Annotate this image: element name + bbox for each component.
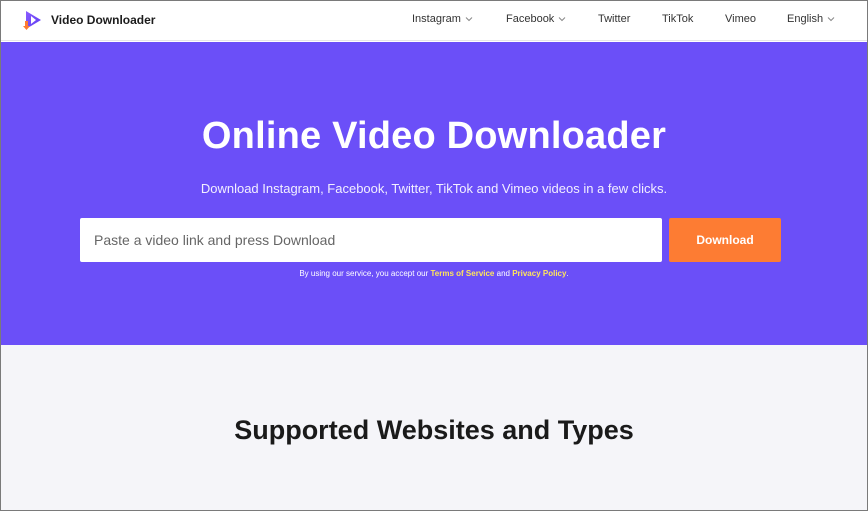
nav-item-vimeo[interactable]: Vimeo: [725, 13, 756, 25]
nav-label-vimeo: Vimeo: [725, 13, 756, 25]
nav-label-instagram: Instagram: [412, 13, 461, 25]
chevron-down-icon: [558, 17, 566, 22]
supported-websites-section: Supported Websites and Types: [1, 345, 867, 510]
play-download-logo-icon: [23, 11, 41, 30]
section-title: Supported Websites and Types: [234, 415, 634, 445]
terms-and: and: [494, 269, 513, 278]
nav-item-facebook[interactable]: Facebook: [506, 13, 567, 25]
terms-suffix: .: [566, 269, 569, 278]
chevron-down-icon: [465, 17, 473, 22]
page-title: Online Video Downloader: [201, 115, 667, 157]
nav-item-tiktok[interactable]: TikTok: [662, 13, 693, 25]
terms-of-service-link[interactable]: Terms of Service: [431, 269, 495, 278]
privacy-policy-link[interactable]: Privacy Policy: [512, 269, 566, 278]
chevron-down-icon: [827, 17, 835, 22]
nav-label-twitter: Twitter: [598, 13, 631, 25]
video-link-input[interactable]: [80, 218, 662, 262]
download-button[interactable]: Download: [669, 218, 781, 262]
nav-item-instagram[interactable]: Instagram: [412, 13, 474, 25]
hero-section: Online Video Downloader Download Instagr…: [1, 42, 867, 345]
language-selector[interactable]: English: [787, 13, 836, 25]
nav-item-twitter[interactable]: Twitter: [598, 13, 630, 25]
nav-label-tiktok: TikTok: [662, 13, 694, 25]
brand[interactable]: Video Downloader: [22, 9, 155, 31]
brand-name: Video Downloader: [51, 13, 156, 27]
terms-prefix: By using our service, you accept our: [299, 269, 431, 278]
nav-label-facebook: Facebook: [506, 13, 555, 25]
nav-label-language: English: [787, 13, 824, 25]
hero-subtitle: Download Instagram, Facebook, Twitter, T…: [200, 181, 668, 196]
terms-notice: By using our service, you accept our Ter…: [1, 269, 867, 278]
site-header: Video Downloader Instagram Facebook Twit…: [1, 1, 867, 41]
